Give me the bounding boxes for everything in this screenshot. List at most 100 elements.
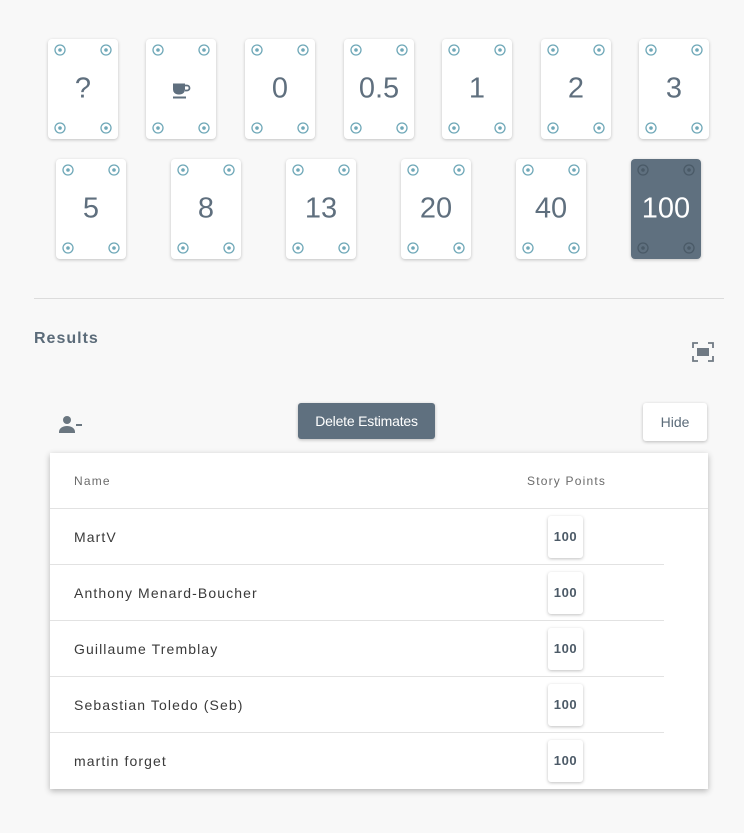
estimate-badge: 100 <box>548 516 583 558</box>
estimate-badge: 100 <box>548 740 583 782</box>
card-100-selected[interactable]: 100 <box>631 159 701 259</box>
column-header-story-points: Story Points <box>527 474 607 488</box>
card-corner-icon <box>222 241 236 255</box>
card-value: 13 <box>304 192 338 225</box>
card-value: 100 <box>641 192 691 225</box>
card-2[interactable]: 2 <box>541 39 611 139</box>
card-1[interactable]: 1 <box>442 39 512 139</box>
card-corner-icon <box>690 43 704 57</box>
card-corner-icon <box>690 121 704 135</box>
card-0-5[interactable]: 0.5 <box>344 39 414 139</box>
card-corner-icon <box>682 241 696 255</box>
card-corner-icon <box>222 163 236 177</box>
card-corner-icon <box>107 163 121 177</box>
remove-user-icon[interactable] <box>58 414 84 436</box>
card-corner-icon <box>61 163 75 177</box>
participant-name: Guillaume Tremblay <box>74 641 219 657</box>
card-corner-icon <box>107 241 121 255</box>
card-value: 2 <box>567 72 585 105</box>
card-corner-icon <box>493 43 507 57</box>
card-3[interactable]: 3 <box>639 39 709 139</box>
table-row: Anthony Menard-Boucher 100 <box>50 565 664 621</box>
participant-name: Anthony Menard-Boucher <box>74 585 258 601</box>
coffee-icon <box>146 73 216 106</box>
card-corner-icon <box>546 43 560 57</box>
card-40[interactable]: 40 <box>516 159 586 259</box>
card-coffee[interactable] <box>146 39 216 139</box>
card-corner-icon <box>592 43 606 57</box>
table-row: Sebastian Toledo (Seb) 100 <box>50 677 664 733</box>
card-corner-icon <box>349 43 363 57</box>
card-value: 0.5 <box>358 72 400 105</box>
results-table: Name Story Points MartV 100 Anthony Mena… <box>50 453 708 789</box>
card-corner-icon <box>151 121 165 135</box>
card-corner-icon <box>521 163 535 177</box>
card-corner-icon <box>61 241 75 255</box>
card-corner-icon <box>337 163 351 177</box>
card-8[interactable]: 8 <box>171 159 241 259</box>
results-title: Results <box>34 330 99 347</box>
card-corner-icon <box>521 241 535 255</box>
card-0[interactable]: 0 <box>245 39 315 139</box>
card-corner-icon <box>406 241 420 255</box>
card-corner-icon <box>546 121 560 135</box>
card-corner-icon <box>493 121 507 135</box>
card-corner-icon <box>99 121 113 135</box>
card-corner-icon <box>395 43 409 57</box>
card-corner-icon <box>682 163 696 177</box>
participant-name: MartV <box>74 529 117 545</box>
card-corner-icon <box>296 121 310 135</box>
card-value: 40 <box>534 192 568 225</box>
card-corner-icon <box>636 241 650 255</box>
table-row: Guillaume Tremblay 100 <box>50 621 664 677</box>
card-corner-icon <box>636 163 650 177</box>
card-corner-icon <box>592 121 606 135</box>
card-corner-icon <box>176 241 190 255</box>
card-corner-icon <box>644 43 658 57</box>
card-corner-icon <box>291 241 305 255</box>
card-value: 1 <box>468 72 486 105</box>
card-corner-icon <box>567 241 581 255</box>
card-corner-icon <box>567 163 581 177</box>
card-corner-icon <box>395 121 409 135</box>
card-corner-icon <box>452 241 466 255</box>
card-value: 8 <box>197 192 215 225</box>
delete-estimates-button[interactable]: Delete Estimates <box>298 403 435 439</box>
card-corner-icon <box>151 43 165 57</box>
card-value: 20 <box>419 192 453 225</box>
card-corner-icon <box>250 121 264 135</box>
participant-name: Sebastian Toledo (Seb) <box>74 697 244 713</box>
card-question[interactable]: ? <box>48 39 118 139</box>
table-row: MartV 100 <box>50 509 664 565</box>
hide-button[interactable]: Hide <box>643 403 707 441</box>
card-corner-icon <box>644 121 658 135</box>
card-corner-icon <box>53 43 67 57</box>
card-corner-icon <box>291 163 305 177</box>
card-corner-icon <box>99 43 113 57</box>
card-value: ? <box>74 72 92 105</box>
card-20[interactable]: 20 <box>401 159 471 259</box>
estimate-badge: 100 <box>548 572 583 614</box>
section-divider <box>34 298 724 299</box>
card-corner-icon <box>452 163 466 177</box>
card-5[interactable]: 5 <box>56 159 126 259</box>
fullscreen-icon[interactable] <box>692 342 714 362</box>
card-corner-icon <box>296 43 310 57</box>
estimate-badge: 100 <box>548 628 583 670</box>
card-corner-icon <box>447 121 461 135</box>
estimate-badge: 100 <box>548 684 583 726</box>
card-corner-icon <box>197 121 211 135</box>
card-corner-icon <box>53 121 67 135</box>
card-13[interactable]: 13 <box>286 159 356 259</box>
card-corner-icon <box>197 43 211 57</box>
card-corner-icon <box>176 163 190 177</box>
table-row: martin forget 100 <box>50 733 664 789</box>
card-value: 0 <box>271 72 289 105</box>
column-header-name: Name <box>74 474 111 488</box>
card-value: 3 <box>665 72 683 105</box>
card-corner-icon <box>337 241 351 255</box>
card-corner-icon <box>250 43 264 57</box>
card-corner-icon <box>406 163 420 177</box>
participant-name: martin forget <box>74 753 167 769</box>
card-value: 5 <box>82 192 100 225</box>
